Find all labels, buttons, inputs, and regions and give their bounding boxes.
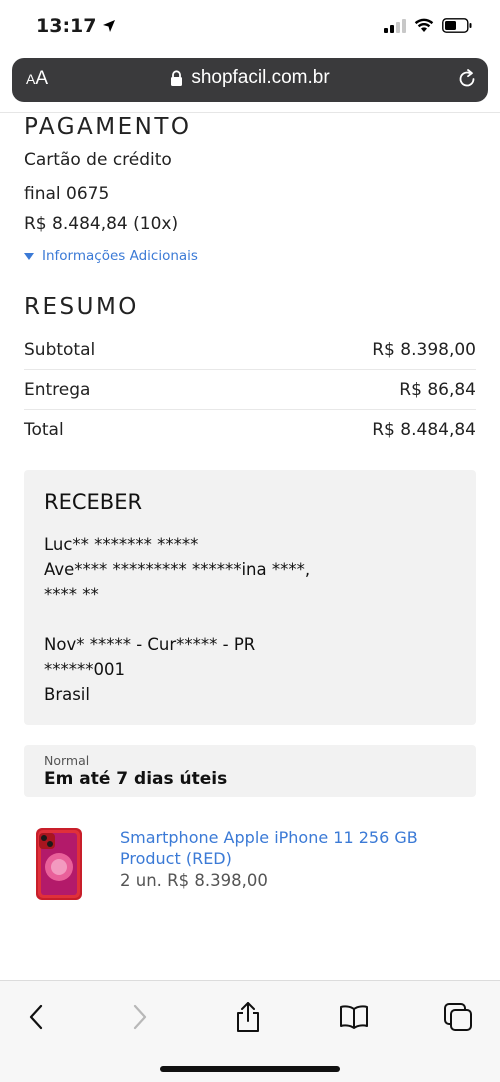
reload-icon (459, 69, 475, 87)
more-info-toggle[interactable]: Informações Adicionais (24, 248, 476, 264)
product-qty-price: 2 un. R$ 8.398,00 (120, 871, 268, 890)
location-arrow-icon (103, 20, 116, 32)
reload-button[interactable] (456, 68, 478, 94)
order-item: Smartphone Apple iPhone 11 256 GB Produc… (24, 827, 476, 901)
address-zip: ******001 (44, 660, 125, 679)
status-bar: 13:17 (0, 0, 500, 52)
recipient-name: Luc** ******* ***** (44, 535, 199, 554)
address-bar[interactable]: AA shopfacil.com.br (12, 58, 488, 102)
address-country: Brasil (44, 685, 90, 704)
summary-label: Entrega (24, 379, 91, 400)
delivery-title: RECEBER (44, 490, 143, 514)
forward-icon (133, 1004, 147, 1030)
summary-row-shipping: Entrega R$ 86,84 (24, 370, 476, 410)
summary-value: R$ 8.398,00 (372, 339, 476, 360)
product-image[interactable] (24, 827, 94, 901)
payment-amount: R$ 8.484,84 (10x) (24, 214, 179, 234)
bookmarks-icon (340, 1005, 368, 1029)
chevron-down-icon (24, 252, 34, 260)
iphone-red-image (36, 828, 82, 900)
payment-section: PAGAMENTO Cartão de crédito final 0675 R… (24, 114, 476, 264)
payment-title: PAGAMENTO (24, 114, 192, 140)
summary-label: Total (24, 420, 64, 440)
address-street-2: **** ** (44, 585, 99, 604)
summary-row-subtotal: Subtotal R$ 8.398,00 (24, 330, 476, 370)
forward-button[interactable] (120, 999, 160, 1035)
address-city: Nov* ***** - Cur***** - PR (44, 635, 256, 654)
home-indicator (160, 1066, 340, 1072)
product-name-link[interactable]: Smartphone Apple iPhone 11 256 GB Produc… (120, 827, 476, 869)
status-time: 13:17 (36, 15, 97, 37)
more-info-label: Informações Adicionais (42, 248, 198, 264)
back-button[interactable] (16, 999, 56, 1035)
wifi-icon (414, 18, 434, 32)
product-info: Smartphone Apple iPhone 11 256 GB Produc… (120, 827, 476, 901)
tabs-button[interactable] (438, 999, 478, 1035)
shipping-eta: Em até 7 dias úteis (44, 769, 228, 789)
battery-icon (442, 18, 472, 33)
delivery-address-card: RECEBER Luc** ******* ***** Ave**** ****… (24, 470, 476, 725)
back-icon (29, 1004, 43, 1030)
summary-title: RESUMO (24, 294, 139, 320)
tabs-icon (444, 1003, 472, 1031)
shipping-option: Normal Em até 7 dias úteis (24, 745, 476, 797)
bookmarks-button[interactable] (334, 999, 374, 1035)
summary-label: Subtotal (24, 339, 96, 360)
url-display[interactable]: shopfacil.com.br (12, 67, 488, 89)
status-icons (384, 18, 472, 33)
summary-value: R$ 8.484,84 (372, 420, 476, 440)
summary-row-total: Total R$ 8.484,84 (24, 410, 476, 450)
status-time-group: 13:17 (36, 15, 116, 37)
order-content: PAGAMENTO Cartão de crédito final 0675 R… (24, 114, 476, 901)
shipping-type: Normal (44, 753, 90, 768)
share-button[interactable] (228, 999, 268, 1035)
lock-icon (171, 69, 183, 86)
url-text: shopfacil.com.br (191, 67, 330, 88)
payment-card: final 0675 (24, 184, 110, 204)
payment-method: Cartão de crédito (24, 150, 172, 170)
share-icon (237, 1002, 259, 1032)
summary-section: RESUMO Subtotal R$ 8.398,00 Entrega R$ 8… (24, 294, 476, 450)
signal-icon (384, 18, 406, 33)
header-divider (0, 112, 500, 113)
address-street: Ave**** ********* ******ina ****, (44, 560, 311, 579)
summary-value: R$ 86,84 (399, 379, 476, 400)
